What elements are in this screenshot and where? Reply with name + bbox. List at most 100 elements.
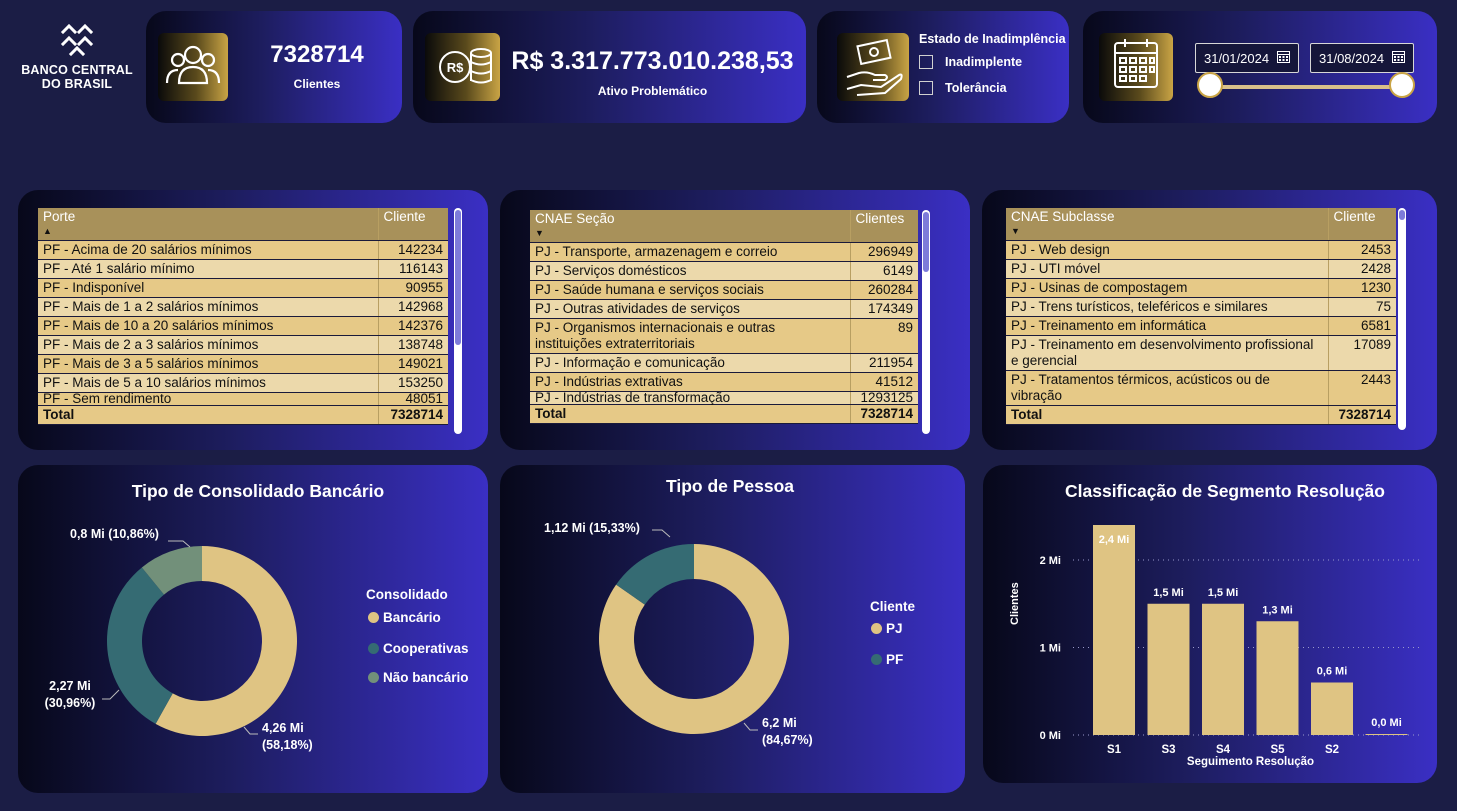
legend-item-pj[interactable]: PJ [871,621,903,636]
scrollbar-thumb[interactable] [1399,210,1405,220]
sort-desc-icon[interactable]: ▼ [535,229,845,238]
kpi-asset-card: R$ R$ 3.317.773.010.238,53 Ativo Problem… [413,11,806,123]
filter-state-card: Estado de Inadimplência Inadimplente Tol… [817,11,1069,123]
cnae-secao-scrollbar[interactable] [922,210,930,434]
bar-s5[interactable] [1256,621,1299,735]
calendar-picker-icon[interactable] [1392,50,1405,66]
table-row[interactable]: PJ - Usinas de compostagem 1230 [1006,278,1396,298]
date-slider-start-handle[interactable] [1197,72,1223,98]
kpi-asset-label: Ativo Problemático [597,84,708,98]
legend-dot [368,612,379,623]
legend-dot [871,654,882,665]
bar-s2[interactable] [1311,682,1353,736]
x-tick-label: S1 [1107,744,1122,756]
header-cnae-secao[interactable]: CNAE Seção ▼ [530,210,850,243]
default-state-filter: Estado de Inadimplência Inadimplente Tol… [919,32,1069,95]
table-row[interactable]: PF - Indisponível 90955 [38,278,448,298]
bar-s4[interactable] [1202,603,1244,735]
logo-line-2: DO BRASIL [41,77,113,91]
checkbox-tolerancia[interactable]: Tolerância [919,81,1069,95]
header-porte[interactable]: Porte ▲ [38,208,378,241]
checkbox-box[interactable] [919,81,933,95]
end-date-input[interactable]: 31/08/2024 [1310,43,1414,73]
header-clientes[interactable]: Clientes [849,210,918,243]
bar-data-label: 1,5 Mi [1153,587,1184,599]
y-axis-label: Clientes [1009,582,1021,625]
legend-item-nao-bancario[interactable]: Não bancário [368,670,469,685]
date-slider-track[interactable] [1211,85,1403,89]
bcb-emblem-icon [60,23,94,57]
table-row[interactable]: PJ - Trens turísticos, teleféricos e sim… [1006,297,1396,317]
logo-line-1: BANCO CENTRAL [21,63,133,77]
legend-title: Consolidado [366,587,448,602]
bcb-logo: BANCO CENTRAL DO BRASIL [12,22,142,102]
sort-asc-icon[interactable]: ▲ [43,227,373,236]
table-row[interactable]: PF - Até 1 salário mínimo 116143 [38,259,448,279]
table-row[interactable]: PJ - Web design 2453 [1006,240,1396,260]
table-row[interactable]: PJ - Informação e comunicação 211954 [530,353,918,373]
checkbox-box[interactable] [919,55,933,69]
bar-empty[interactable] [1365,734,1408,735]
bar-data-label: 1,5 Mi [1208,587,1239,599]
calendar-picker-icon[interactable] [1277,50,1290,66]
segmento-bar-chart: 0 Mi1 Mi2 Mi2,4 MiS11,5 MiS31,5 MiS41,3 … [1040,525,1423,756]
table-row[interactable]: PJ - Transporte, armazenagem e correio 29… [530,242,918,262]
table-row[interactable]: PF - Sem rendimento 48051 [38,392,448,406]
date-slider-end-handle[interactable] [1389,72,1415,98]
calendar-icon [1099,33,1173,101]
porte-table-scrollbar[interactable] [454,208,462,434]
money-coins-icon: R$ [425,33,500,101]
table-row[interactable]: PJ - Treinamento em desenvolvimento prof… [1006,335,1396,371]
legend-dot [368,672,379,683]
scrollbar-thumb[interactable] [923,212,929,272]
bar-s1[interactable] [1093,525,1135,735]
bar-s3[interactable] [1147,603,1190,735]
legend-item-bancario[interactable]: Bancário [368,610,441,625]
cnae-secao-table-card: CNAE Seção ▼ Clientes PJ - Transporte, ar… [500,190,970,450]
checkbox-inadimplente[interactable]: Inadimplente [919,55,1069,69]
legend-title: Cliente [870,599,916,614]
table-row[interactable]: PJ - Outras atividades de serviços 174349 [530,299,918,319]
start-date-value: 31/01/2024 [1204,50,1270,66]
cnae-subclasse-table: CNAE Subclasse ▼ Cliente PJ - Web design 2… [1006,208,1396,425]
checkbox-label: Inadimplente [945,55,1023,69]
bar-data-label: 0,6 Mi [1317,666,1348,678]
table-row[interactable]: PJ - Saúde humana e serviços sociais 2602… [530,280,918,300]
header-cnae-subclasse[interactable]: CNAE Subclasse ▼ [1006,208,1328,241]
table-row[interactable]: PJ - Indústrias de transformação 1293125 [530,391,918,405]
table-row[interactable]: PJ - Tratamentos térmicos, acústicos ou … [1006,370,1396,406]
table-row[interactable]: PJ - Treinamento em informática 6581 [1006,316,1396,336]
table-row[interactable]: PJ - Indústrias extrativas 41512 [530,372,918,392]
hand-money-icon [837,33,909,101]
y-tick-label: 0 Mi [1040,730,1061,742]
scrollbar-thumb[interactable] [455,210,461,345]
svg-text:R$: R$ [447,60,464,75]
table-row[interactable]: PF - Mais de 5 a 10 salários mínimos 1532… [38,373,448,393]
header-cliente[interactable]: Cliente [1327,208,1396,241]
table-total-row: Total 7328714 [38,405,448,425]
sort-desc-icon[interactable]: ▼ [1011,227,1323,236]
kpi-clients-label: Clientes [293,77,341,91]
table-row[interactable]: PF - Acima de 20 salários mínimos 142234 [38,240,448,260]
legend-item-cooperativas[interactable]: Cooperativas [368,641,469,656]
legend-item-pf[interactable]: PF [871,652,903,667]
table-total-row: Total 7328714 [1006,405,1396,425]
table-header: CNAE Subclasse ▼ Cliente [1006,208,1396,241]
table-row[interactable]: PF - Mais de 1 a 2 salários mínimos 14296… [38,297,448,317]
table-header: CNAE Seção ▼ Clientes [530,210,918,243]
bar-data-label: 1,3 Mi [1262,604,1293,616]
segmento-chart-card: Classificação de Segmento Resolução 0 Mi… [983,465,1437,783]
kpi-asset-value: R$ 3.317.773.010.238,53 [511,47,794,75]
kpi-clients-value: 7328714 [270,41,364,68]
table-row[interactable]: PJ - Serviços domésticos 6149 [530,261,918,281]
header-cliente[interactable]: Cliente [377,208,448,241]
table-row[interactable]: PF - Mais de 3 a 5 salários mínimos 14902… [38,354,448,374]
start-date-input[interactable]: 31/01/2024 [1195,43,1299,73]
table-row[interactable]: PJ - Organismos internacionais e outras … [530,318,918,354]
cnae-subclasse-scrollbar[interactable] [1398,208,1406,430]
table-row[interactable]: PJ - UTI móvel 2428 [1006,259,1396,279]
legend-dot [368,643,379,654]
table-row[interactable]: PF - Mais de 10 a 20 salários mínimos 142… [38,316,448,336]
table-row[interactable]: PF - Mais de 2 a 3 salários mínimos 13874… [38,335,448,355]
porte-table: Porte ▲ Cliente PF - Acima de 20 salários… [38,208,448,425]
